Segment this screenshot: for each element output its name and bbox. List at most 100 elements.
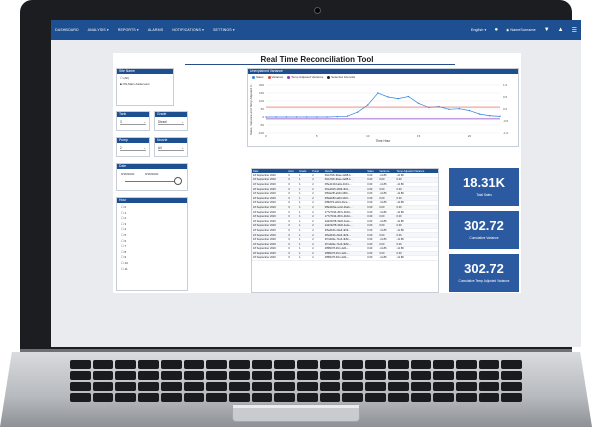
pump-header: Pump <box>117 138 149 143</box>
table-cell: -11.86 <box>378 255 396 261</box>
pump-value: 2 <box>120 145 122 150</box>
x-tick-label: 0 <box>265 134 267 138</box>
keyboard <box>70 360 522 402</box>
x-tick-label: 15 <box>417 134 421 138</box>
nav-alarms[interactable]: ALARMS <box>148 28 163 32</box>
keyboard-key <box>478 382 500 391</box>
hour-option[interactable]: ☐ 3 <box>121 222 183 226</box>
camera <box>314 7 321 14</box>
nav-settings[interactable]: SETTINGS ▾ <box>213 28 235 32</box>
hour-option[interactable]: ☐ 1 <box>121 211 183 215</box>
keyboard-key <box>501 360 522 369</box>
date-header: Date <box>117 164 187 169</box>
keyboard-key <box>478 371 500 380</box>
y-axis-label: Sales, Variance and Temp Adjusted V... <box>249 83 253 135</box>
hour-option[interactable]: ☐ 8 <box>121 250 183 254</box>
keyboard-key <box>433 371 454 380</box>
keyboard-key <box>138 382 159 391</box>
date-end[interactable]: 9/18/2020 <box>145 172 158 176</box>
pump-dropdown[interactable]: 2 ⌄ <box>120 145 146 151</box>
chevron-down-icon: ⌄ <box>181 119 184 124</box>
tank-header: Tank <box>117 112 149 117</box>
keyboard-key <box>478 393 500 402</box>
table-cell: 18 September 2020 <box>252 255 288 261</box>
x-axis-label: Time Hour <box>376 139 392 143</box>
hour-option[interactable]: ☐ 11 <box>121 267 183 271</box>
keyboard-key <box>433 393 454 402</box>
hour-option[interactable]: ☐ 2 <box>121 216 183 220</box>
site-option-all[interactable]: ☐ (All) <box>120 76 170 80</box>
language-select[interactable]: English ▾ <box>471 28 487 32</box>
laptop-lid: DASHBOARD ANALYSIS ▾ REPORTS ▾ ALARMS NO… <box>20 0 581 356</box>
keyboard-key <box>251 393 273 402</box>
sales-point <box>468 109 471 112</box>
nav-analysis[interactable]: ANALYSIS ▾ <box>88 28 109 32</box>
trackpad-highlight <box>233 405 359 408</box>
nav-notifications[interactable]: NOTIFICATIONS ▾ <box>172 28 204 32</box>
bell-icon[interactable]: ▲ <box>558 27 564 33</box>
y-tick-label: 150 <box>259 91 264 95</box>
hour-option[interactable]: ☐ 0 <box>121 205 183 209</box>
keyboard-key <box>138 360 159 369</box>
date-start[interactable]: 9/18/2020 <box>121 172 134 176</box>
keyboard-key <box>115 371 137 380</box>
nozzle-slicer: Nozzle All ⌄ <box>154 137 188 157</box>
hour-option[interactable]: ☐ 5 <box>121 233 183 237</box>
page-title: Real Time Reconciliation Tool <box>260 55 374 64</box>
keyboard-key <box>342 360 364 369</box>
keyboard-key <box>501 382 522 391</box>
y2-tick-label: -1.0 <box>503 131 509 135</box>
nav-reports[interactable]: REPORTS ▾ <box>118 28 139 32</box>
date-slider-handle[interactable] <box>174 177 182 185</box>
pump-slicer: Pump 2 ⌄ <box>116 137 150 157</box>
keyboard-key <box>251 360 273 369</box>
total-sales-value: 18.31K <box>463 175 505 190</box>
total-sales-card: 18.31K Total Sales <box>449 168 519 206</box>
filter-icon[interactable]: ▼ <box>544 27 550 33</box>
tank-dropdown[interactable]: 3 ⌄ <box>120 119 146 125</box>
nozzle-dropdown[interactable]: All ⌄ <box>158 145 184 151</box>
chevron-down-icon: ⌄ <box>143 119 146 124</box>
cumulative-variance-card: 302.72 Cumulative Variance <box>449 211 519 249</box>
hour-option[interactable]: ☐ 6 <box>121 239 183 243</box>
table-cell: 1 <box>298 255 312 261</box>
hour-option[interactable]: ☐ 10 <box>121 261 183 265</box>
y-tick-label: 50 <box>261 107 265 111</box>
keyboard-key <box>206 393 227 402</box>
keyboard-key <box>160 360 182 369</box>
keyboard-key <box>342 371 364 380</box>
menu-icon[interactable]: ☰ <box>572 27 577 34</box>
nav-dashboard[interactable]: DASHBOARD <box>55 28 79 32</box>
cumulative-temp-variance-card: 302.72 Cumulative Temp Adjusted Variance <box>449 254 519 292</box>
hour-option[interactable]: ☐ 4 <box>121 227 183 231</box>
sales-point <box>499 115 501 118</box>
keyboard-key <box>183 382 205 391</box>
table-cell: 0.00 <box>366 255 379 261</box>
keyboard-key <box>228 371 250 380</box>
sales-point <box>478 113 481 115</box>
help-icon[interactable]: ● <box>494 27 498 33</box>
table-body: 18 September 2020 0 1 2 0f2e7f2b-9bae-4e88-b… <box>252 173 438 261</box>
keyboard-key <box>342 393 364 402</box>
keyboard-key <box>410 371 432 380</box>
keyboard-key <box>319 382 341 391</box>
hour-option[interactable]: ☐ 7 <box>121 244 183 248</box>
keyboard-key <box>297 360 318 369</box>
keyboard-key <box>160 393 182 402</box>
site-name-panel: Site Name ☐ (All) ■ ON-Main Addersons <box>116 68 174 106</box>
site-option-main[interactable]: ■ ON-Main Addersons <box>120 82 170 86</box>
grade-value: Diesel <box>158 119 167 124</box>
title-underline <box>185 64 455 65</box>
hour-option[interactable]: ☐ 9 <box>121 255 183 259</box>
date-slicer: Date 9/18/2020 9/18/2020 <box>116 163 188 191</box>
user-menu[interactable]: ◉ NameSurname <box>506 28 536 32</box>
hour-slicer: Hour ☐ 0 ☐ 1 ☐ 2 ☐ 3 ☐ 4 ☐ 5 ☐ 6 ☐ 7 ☐ 8 ☐ 9 ☐ 10 ☐… <box>116 197 188 291</box>
date-slider-track <box>125 181 177 182</box>
keyboard-key <box>433 360 454 369</box>
cumulative-variance-value: 302.72 <box>464 218 504 233</box>
keyboard-key <box>478 360 500 369</box>
grade-slicer: Grade Diesel ⌄ <box>154 111 188 131</box>
table-row[interactable]: 18 September 2020 0 1 2 2f8f6b78-2fc1-4ef1-.… <box>252 255 438 261</box>
keyboard-key <box>228 393 250 402</box>
grade-dropdown[interactable]: Diesel ⌄ <box>158 119 184 125</box>
